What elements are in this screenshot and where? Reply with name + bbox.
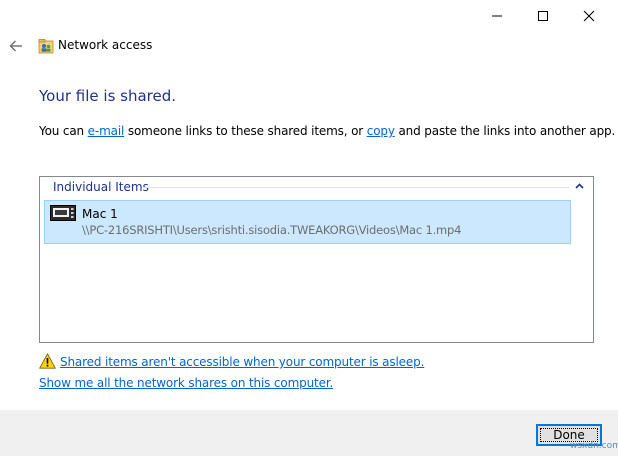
- group-divider: [142, 187, 569, 188]
- maximize-button[interactable]: [520, 0, 566, 32]
- watermark: wsxdn.com: [570, 441, 618, 451]
- item-name: Mac 1: [82, 207, 118, 221]
- close-button[interactable]: [566, 0, 612, 32]
- close-icon: [583, 10, 595, 22]
- description-text-2: someone links to these shared items, or: [124, 124, 367, 138]
- shared-items-list[interactable]: Individual Items Mac 1 \\PC-216SRISHTI\U…: [39, 176, 594, 343]
- title-bar: [0, 0, 618, 32]
- chevron-up-icon: [574, 183, 584, 189]
- collapse-group-button[interactable]: [573, 180, 585, 192]
- arrow-left-icon: [9, 40, 22, 52]
- sleep-warning-link[interactable]: Shared items aren't accessible when your…: [60, 355, 424, 369]
- minimize-icon: [492, 15, 502, 17]
- page-heading: Your file is shared.: [39, 87, 177, 105]
- email-link[interactable]: e-mail: [88, 124, 125, 138]
- description-text-3: and paste the links into another app.: [394, 124, 616, 138]
- item-path: \\PC-216SRISHTI\Users\srishti.sisodia.TW…: [82, 223, 462, 237]
- back-button[interactable]: [6, 36, 26, 56]
- warning-icon: [39, 353, 56, 369]
- navigation-bar: Network access: [0, 32, 618, 60]
- share-description: You can e-mail someone links to these sh…: [39, 124, 615, 138]
- maximize-icon: [538, 11, 548, 21]
- list-item[interactable]: Mac 1 \\PC-216SRISHTI\Users\srishti.siso…: [44, 200, 571, 244]
- description-text-1: You can: [39, 124, 88, 138]
- window-title: Network access: [58, 38, 153, 52]
- group-header-individual-items[interactable]: Individual Items: [53, 180, 149, 194]
- show-network-shares-link[interactable]: Show me all the network shares on this c…: [39, 376, 333, 390]
- network-people-icon: [38, 39, 54, 54]
- dialog-footer: Done: [0, 410, 618, 456]
- copy-link[interactable]: copy: [367, 124, 395, 138]
- minimize-button[interactable]: [474, 0, 520, 32]
- video-file-icon: [50, 205, 76, 221]
